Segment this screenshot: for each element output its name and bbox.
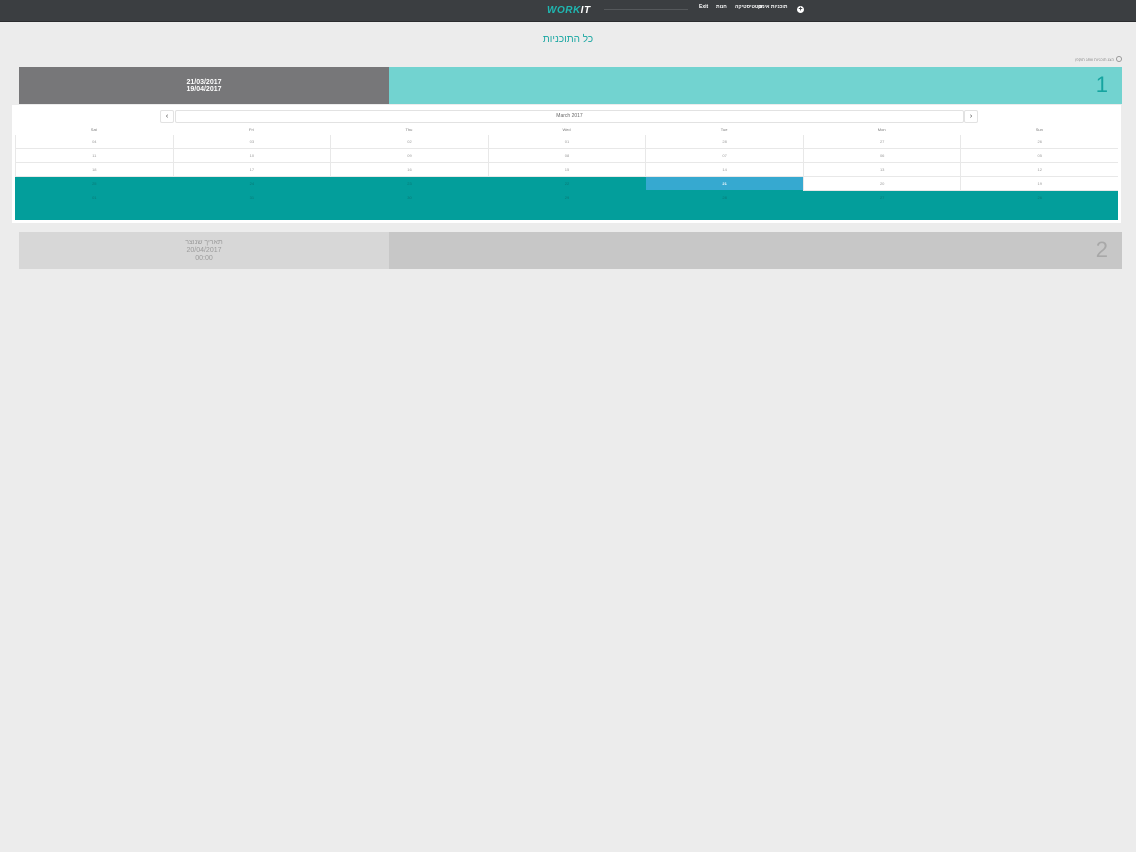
calendar-day-in-plan[interactable]: 24 <box>172 177 331 191</box>
calendar-day-selected[interactable]: 21 <box>645 177 803 191</box>
plan-start-date: 21/03/2017 <box>186 78 222 86</box>
calendar-day-in-plan[interactable]: 27 <box>802 191 961 220</box>
calendar-day[interactable]: 11 <box>15 149 173 163</box>
weekday-header: Fri <box>249 127 254 132</box>
calendar-day-in-plan[interactable]: 26 <box>960 191 1119 220</box>
weekday-header: Sun <box>1035 127 1043 132</box>
plan-bar[interactable]: 2 <box>389 232 1122 269</box>
calendar-day[interactable]: 27 <box>802 135 961 149</box>
calendar-day[interactable]: 14 <box>645 163 803 177</box>
calendar-day-in-plan[interactable]: 30 <box>330 191 488 220</box>
weekday-header: Sat <box>90 127 97 132</box>
plan-bar[interactable]: 1 <box>389 67 1122 104</box>
calendar-day[interactable]: 05 <box>960 149 1119 163</box>
plan-number: 1 <box>1095 72 1108 97</box>
calendar-week: 18 17 16 15 14 13 12 <box>15 163 1119 177</box>
weekday-header: Tue <box>720 127 728 132</box>
page-title: כל התוכניות <box>542 34 594 45</box>
show-expired-toggle[interactable]: הצג תוכניות שפג תוקפן <box>1075 56 1122 62</box>
plan-dates: 21/03/2017 19/04/2017 <box>19 67 389 104</box>
calendar-day[interactable]: 13 <box>802 163 961 177</box>
calendar-day-in-plan[interactable]: 29 <box>487 191 646 220</box>
calendar-day[interactable]: 01 <box>487 135 646 149</box>
weekday-header: Mon <box>877 127 886 132</box>
calendar-day[interactable]: 10 <box>172 149 331 163</box>
calendar-day[interactable]: 06 <box>802 149 961 163</box>
plan-number: 2 <box>1095 237 1108 262</box>
calendar-day-in-plan[interactable]: 22 <box>487 177 646 191</box>
calendar-day[interactable]: 09 <box>330 149 488 163</box>
calendar-day[interactable]: 16 <box>330 163 488 177</box>
calendar-week: 01 31 30 29 28 27 26 <box>15 191 1119 220</box>
nav-store[interactable]: חנות <box>716 4 727 10</box>
search-input[interactable] <box>604 9 688 10</box>
calendar-day-in-plan[interactable]: 31 <box>172 191 331 220</box>
month-label[interactable]: March 2017 <box>175 110 964 123</box>
nav-exit[interactable]: Exit <box>699 4 708 10</box>
calendar-day[interactable]: 12 <box>960 163 1119 177</box>
plan-created-time: 00:00 <box>195 255 213 262</box>
calendar-day[interactable]: 15 <box>487 163 646 177</box>
next-month-button[interactable]: › <box>964 110 978 123</box>
calendar-header: ‹ March 2017 › <box>15 109 1118 123</box>
calendar-day-in-plan[interactable]: 01 <box>15 191 173 220</box>
plan-row-2[interactable]: תאריך שנוצר 20/04/2017 00:00 2 <box>19 232 1122 269</box>
plan-created-info: תאריך שנוצר 20/04/2017 00:00 <box>19 232 389 269</box>
calendar-day[interactable]: 20 <box>802 177 961 191</box>
calendar-day[interactable]: 26 <box>960 135 1119 149</box>
nav-training-plans[interactable]: תוכניות אימון <box>758 4 787 10</box>
app-logo[interactable]: WORKIT <box>547 5 591 16</box>
plan-created-date: 20/04/2017 <box>186 247 222 254</box>
calendar-day-in-plan[interactable]: 25 <box>15 177 173 191</box>
calendar-day[interactable]: 28 <box>645 135 803 149</box>
radio-icon[interactable] <box>1116 56 1122 62</box>
plan-end-date: 19/04/2017 <box>186 85 222 93</box>
calendar-grid: 04 03 02 01 28 27 26 11 10 09 08 07 06 0… <box>15 135 1119 220</box>
calendar-week: 25 24 23 22 21 20 19 <box>15 177 1119 191</box>
top-navigation-bar: WORKIT Exit חנות סטטיסטיקה תוכניות אימון… <box>0 0 1136 22</box>
calendar-day[interactable]: 17 <box>172 163 331 177</box>
calendar-day[interactable]: 04 <box>15 135 173 149</box>
calendar-week: 11 10 09 08 07 06 05 <box>15 149 1119 163</box>
calendar-day-in-plan[interactable]: 23 <box>330 177 488 191</box>
show-expired-label: הצג תוכניות שפג תוקפן <box>1075 56 1114 62</box>
calendar-day[interactable]: 07 <box>645 149 803 163</box>
calendar-day[interactable]: 02 <box>330 135 488 149</box>
weekday-header: Thu <box>405 127 413 132</box>
plan-row-1[interactable]: 21/03/2017 19/04/2017 1 <box>19 67 1122 104</box>
calendar-day[interactable]: 08 <box>487 149 646 163</box>
calendar-day[interactable]: 03 <box>172 135 331 149</box>
weekday-headers: Sat Fri Thu Wed Tue Mon Sun <box>15 125 1118 134</box>
prev-month-button[interactable]: ‹ <box>160 110 174 123</box>
calendar-week: 04 03 02 01 28 27 26 <box>15 135 1119 149</box>
calendar-day[interactable]: 18 <box>15 163 173 177</box>
plan-created-label: תאריך שנוצר <box>185 239 223 246</box>
calendar-day[interactable]: 19 <box>960 177 1119 191</box>
add-plan-button[interactable]: + <box>797 6 804 13</box>
weekday-header: Wed <box>562 127 571 132</box>
calendar-widget: ‹ March 2017 › Sat Fri Thu Wed Tue Mon S… <box>12 105 1121 223</box>
calendar-day-in-plan[interactable]: 28 <box>645 191 803 220</box>
